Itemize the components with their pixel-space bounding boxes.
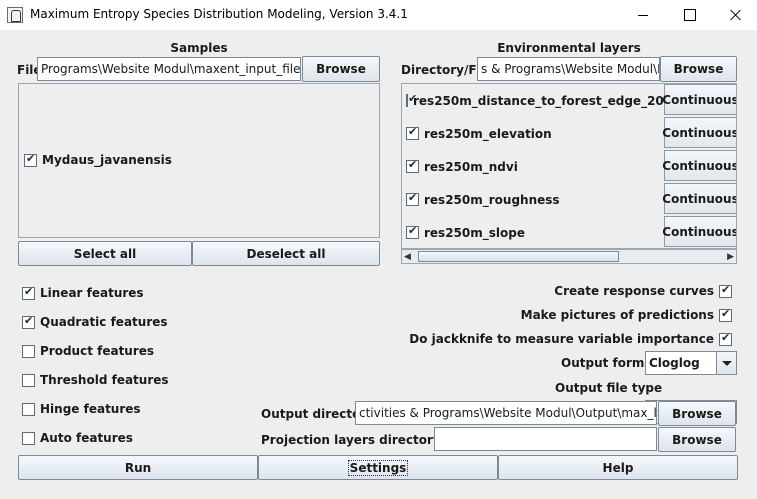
output-directory-field[interactable]: ctivities & Programs\Website Modul\Outpu… — [355, 401, 657, 425]
layer-checkbox[interactable] — [406, 125, 419, 140]
projection-field[interactable] — [434, 427, 657, 451]
checkbox[interactable] — [22, 402, 35, 416]
scroll-right-icon[interactable]: ▶ — [727, 252, 734, 262]
layer-row[interactable]: res250m_roughness — [402, 183, 664, 216]
window-title: Maximum Entropy Species Distribution Mod… — [30, 7, 408, 21]
checkbox[interactable] — [719, 331, 732, 346]
output-format-select[interactable]: Cloglog — [645, 351, 737, 375]
layer-name: res250m_distance_to_forest_edge_2019 — [413, 93, 681, 108]
checkbox[interactable] — [719, 283, 732, 298]
samples-title: Samples — [170, 41, 228, 55]
option-label: Hinge features — [40, 402, 141, 416]
chevron-down-icon[interactable] — [716, 352, 736, 374]
layer-type-button[interactable]: Continuous — [662, 216, 736, 247]
help-button[interactable]: Help — [498, 455, 738, 480]
threshold-features-option[interactable]: Threshold features — [22, 373, 169, 387]
quadratic-features-option[interactable]: Quadratic features — [22, 314, 168, 329]
output-directory-browse-button[interactable]: Browse — [658, 401, 736, 426]
layer-name: res250m_roughness — [424, 192, 560, 207]
layer-checkbox[interactable] — [406, 92, 417, 107]
environment-dir-field[interactable]: s & Programs\Website Modul\Pre — [477, 57, 660, 81]
option-label: Make pictures of predictions — [520, 308, 714, 322]
layer-name: res250m_elevation — [424, 126, 552, 141]
scroll-thumb[interactable] — [418, 251, 619, 262]
checkbox[interactable] — [22, 344, 35, 358]
app-icon — [7, 7, 23, 23]
layer-type-button[interactable]: Continuous — [662, 117, 736, 148]
option-label: Do jackknife to measure variable importa… — [409, 332, 714, 346]
pictures-of-predictions-option[interactable]: Make pictures of predictions — [520, 307, 732, 322]
response-curves-option[interactable]: Create response curves — [554, 283, 732, 298]
settings-label: Settings — [347, 459, 409, 476]
settings-button[interactable]: Settings — [258, 455, 498, 480]
option-label: Threshold features — [40, 373, 169, 387]
product-features-option[interactable]: Product features — [22, 344, 154, 358]
title-bar: Maximum Entropy Species Distribution Mod… — [0, 0, 757, 30]
environment-browse-button[interactable]: Browse — [660, 56, 737, 82]
layers-list: res250m_distance_to_forest_edge_2019 Con… — [401, 83, 737, 249]
projection-browse-button[interactable]: Browse — [658, 427, 736, 452]
maximize-icon[interactable] — [666, 0, 712, 30]
select-all-button[interactable]: Select all — [18, 241, 192, 266]
horizontal-scrollbar[interactable]: ◀ ▶ — [401, 249, 737, 264]
layer-name: res250m_ndvi — [424, 159, 518, 174]
layer-name: res250m_slope — [424, 225, 525, 240]
checkbox[interactable] — [22, 314, 35, 329]
option-label: Linear features — [40, 286, 144, 300]
layer-row[interactable]: res250m_distance_to_forest_edge_2019 — [402, 84, 680, 117]
hinge-features-option[interactable]: Hinge features — [22, 402, 141, 416]
linear-features-option[interactable]: Linear features — [22, 285, 144, 300]
output-file-type-label: Output file type — [555, 381, 663, 395]
checkbox[interactable] — [22, 285, 35, 300]
option-label: Quadratic features — [40, 315, 168, 329]
list-item[interactable]: Mydaus_javanensis — [24, 152, 172, 167]
checkbox[interactable] — [719, 307, 732, 322]
output-format-label: Output format — [561, 356, 659, 370]
deselect-all-button[interactable]: Deselect all — [192, 241, 380, 266]
layer-checkbox[interactable] — [406, 224, 419, 239]
samples-browse-button[interactable]: Browse — [302, 56, 380, 82]
species-checkbox[interactable] — [24, 152, 37, 167]
layer-row[interactable]: res250m_elevation — [402, 117, 664, 150]
option-label: Create response curves — [554, 284, 714, 298]
close-icon[interactable] — [712, 0, 757, 30]
option-label: Product features — [40, 344, 155, 358]
minimize-icon[interactable] — [620, 0, 666, 30]
output-format-value: Cloglog — [649, 356, 700, 370]
species-list: Mydaus_javanensis — [18, 83, 380, 238]
layer-checkbox[interactable] — [406, 191, 419, 206]
environment-title: Environmental layers — [497, 41, 641, 55]
auto-features-option[interactable]: Auto features — [22, 431, 133, 445]
jackknife-option[interactable]: Do jackknife to measure variable importa… — [409, 331, 732, 346]
option-label: Auto features — [40, 431, 133, 445]
layer-checkbox[interactable] — [406, 158, 419, 173]
scroll-left-icon[interactable]: ◀ — [404, 252, 411, 262]
layer-type-button[interactable]: Continuous — [662, 150, 736, 181]
layer-type-button[interactable]: Continuous — [662, 84, 736, 115]
checkbox[interactable] — [22, 431, 35, 445]
layer-type-button[interactable]: Continuous — [662, 183, 736, 214]
species-name: Mydaus_javanensis — [42, 153, 172, 167]
layer-row[interactable]: res250m_ndvi — [402, 150, 664, 183]
run-button[interactable]: Run — [18, 455, 258, 480]
layer-row[interactable]: res250m_slope — [402, 216, 664, 248]
checkbox[interactable] — [22, 373, 35, 387]
samples-file-field[interactable]: Programs\Website Modul\maxent_input_file… — [37, 57, 301, 81]
